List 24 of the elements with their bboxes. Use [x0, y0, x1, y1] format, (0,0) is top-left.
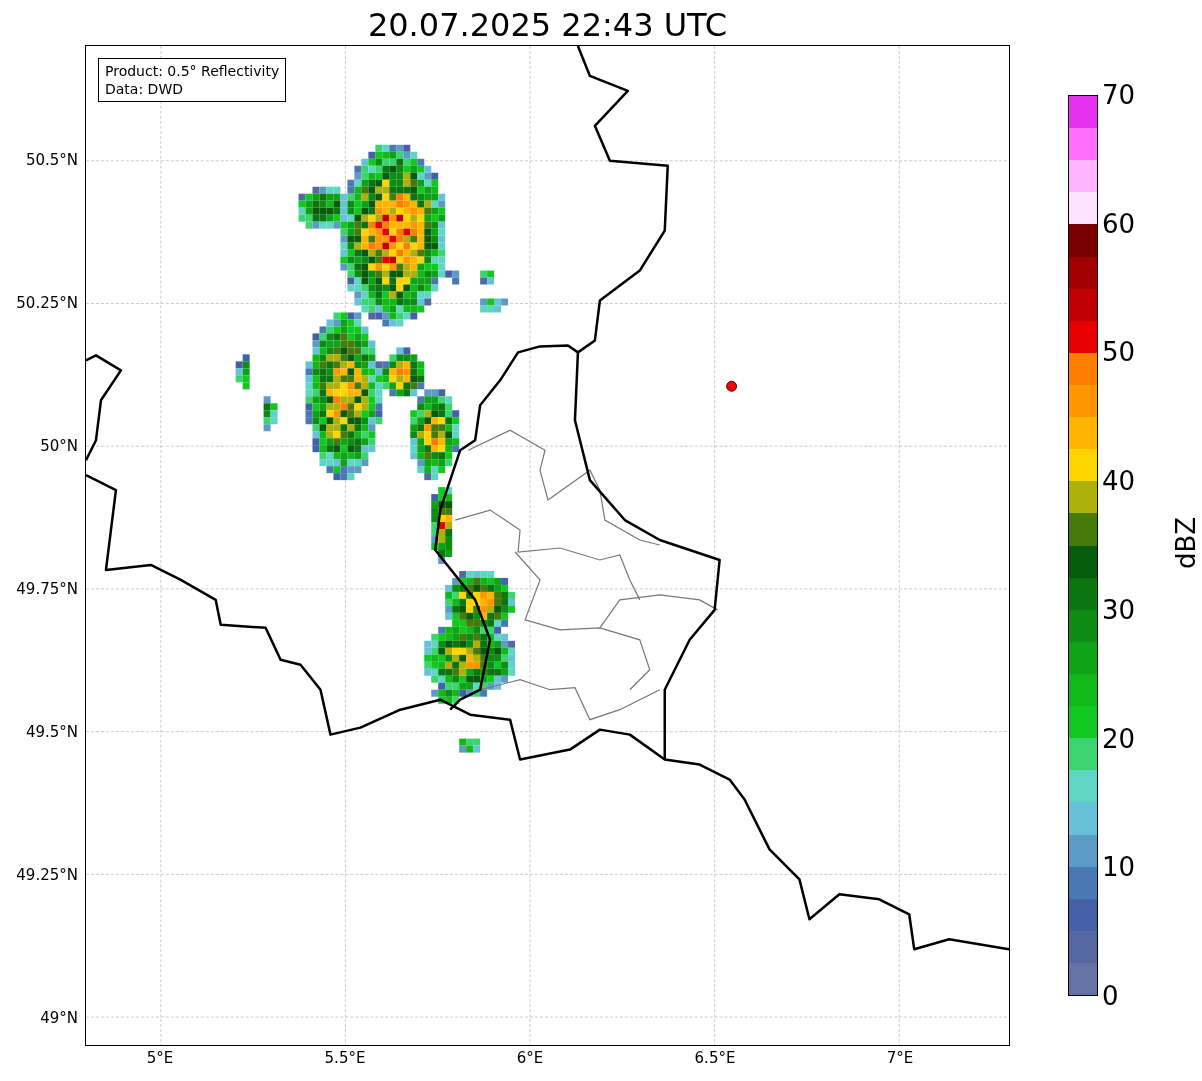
longitude-label: 5°E [146, 1051, 174, 1066]
latitude-label: 49.75°N [16, 581, 78, 597]
latitude-label: 50.5°N [25, 152, 78, 168]
colorbar-tick-label: 60 [1102, 210, 1136, 237]
colorbar-tick-label: 10 [1102, 854, 1136, 881]
latitude-label: 50°N [40, 438, 78, 454]
colorbar-tick-label: 30 [1102, 596, 1136, 623]
colorbar-tick-label: 50 [1102, 339, 1136, 366]
latitude-label: 49.25°N [16, 867, 78, 883]
latitude-label: 49.5°N [25, 724, 78, 740]
legend-text: Data: DWD [105, 80, 184, 98]
colorbar-tick-label: 70 [1102, 82, 1136, 108]
longitude-label: 6.5°E [694, 1051, 736, 1066]
longitude-label: 7°E [886, 1051, 914, 1066]
colorbar-tick-label: 0 [1102, 983, 1119, 1009]
latitude-label: 49°N [40, 1010, 78, 1026]
longitude-label: 6°E [516, 1051, 544, 1066]
colorbar-label: dBZ [1173, 516, 1200, 570]
longitude-label: 5.5°E [324, 1051, 366, 1066]
colorbar-tick-label: 20 [1102, 725, 1136, 752]
colorbar-tick-label: 40 [1102, 468, 1136, 495]
chart-title: 20.07.2025 22:43 UTC [367, 9, 728, 45]
legend-text: Product: 0.5° Reflectivity [105, 62, 280, 80]
latitude-label: 50.25°N [16, 295, 78, 311]
